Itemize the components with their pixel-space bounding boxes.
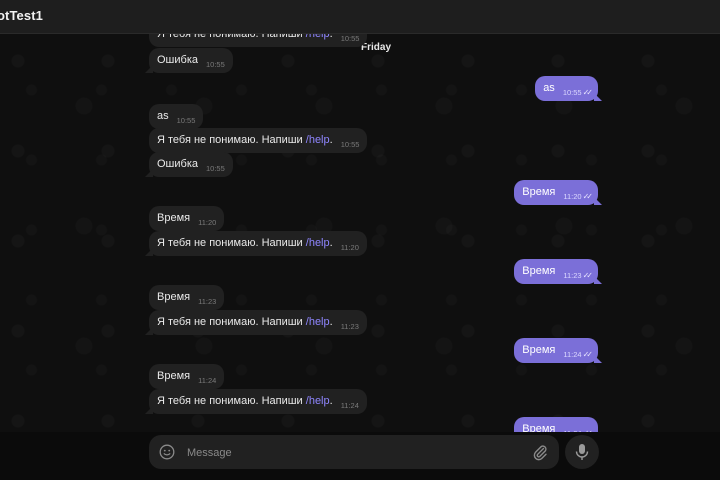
message-text: Время [522, 264, 555, 278]
message-time: 11:20 [198, 218, 217, 227]
message-text: Я тебя не понимаю. Напиши /help. [157, 394, 333, 408]
read-checkmark-icon: ✓✓ [583, 427, 594, 432]
message-list[interactable]: Friday Я тебя не понимаю. Напиши /help. 1… [0, 34, 720, 432]
outgoing-message[interactable]: Время 11:23✓✓ [514, 259, 602, 284]
message-time: 10:55 [340, 34, 360, 43]
message-time: 11:20 [563, 192, 582, 201]
message-body: Время [157, 212, 191, 224]
command-link[interactable]: /help [306, 395, 330, 407]
message-body: Ошибка [157, 158, 198, 170]
message-body: Время [522, 186, 556, 198]
incoming-message[interactable]: Я тебя не понимаю. Напиши /help. 11:23 [145, 310, 367, 335]
chat-title[interactable]: otTest1 [0, 8, 43, 23]
message-text: Время [522, 343, 555, 357]
read-checkmark-icon: ✓✓ [582, 192, 594, 201]
chat-header: otTest1 [0, 0, 720, 34]
command-link[interactable]: /help [306, 237, 330, 249]
message-text: Я тебя не понимаю. Напиши /help. [157, 236, 333, 250]
paperclip-icon[interactable] [531, 443, 549, 461]
bubble-tail [145, 406, 153, 414]
incoming-message[interactable]: as 10:55 [149, 104, 204, 129]
message-suffix: . [329, 134, 333, 146]
message-body: Время [522, 423, 556, 432]
message-body: Время [522, 344, 556, 356]
message-input[interactable] [185, 443, 519, 463]
read-checkmark-icon: ✓✓ [582, 271, 594, 280]
message-body: Я тебя не понимаю. Напиши [157, 34, 306, 40]
bubble-tail [145, 327, 153, 335]
message-text: Ошибка [157, 157, 198, 171]
message-body: as [157, 110, 169, 122]
date-separator: Friday [361, 42, 392, 53]
incoming-message[interactable]: Время 11:23 [149, 285, 225, 310]
bubble-tail [594, 197, 602, 205]
message-time: 11:23 [563, 271, 582, 280]
message-body: Время [522, 265, 556, 277]
bubble-tail [594, 93, 602, 101]
message-time: 11:24 [563, 427, 581, 432]
message-text: as [157, 109, 169, 123]
incoming-message[interactable]: Я тебя не понимаю. Напиши /help. 11:20 [145, 231, 367, 256]
message-body: Ошибка [157, 54, 198, 66]
message-time: 11:24 [563, 350, 582, 359]
message-body: as [543, 82, 555, 94]
message-suffix: . [329, 237, 333, 249]
message-text: Я тебя не понимаю. Напиши /help. [157, 315, 333, 329]
message-text: Время [157, 369, 190, 383]
message-time: 10:55 [206, 60, 225, 69]
bubble-tail [145, 248, 153, 256]
bubble-tail [594, 276, 602, 284]
message-suffix: . [329, 34, 333, 40]
message-suffix: . [329, 395, 333, 407]
message-text: Время [157, 211, 190, 225]
message-body: Я тебя не понимаю. Напиши [157, 237, 306, 249]
microphone-icon [575, 444, 589, 460]
message-body: Время [157, 291, 191, 303]
incoming-message[interactable]: Ошибка 10:55 [145, 48, 233, 73]
message-text: Время [157, 290, 190, 304]
message-body: Я тебя не понимаю. Напиши [157, 134, 306, 146]
message-text: Я тебя не понимаю. Напиши /help. [157, 34, 333, 41]
message-text: as [543, 81, 555, 95]
message-time: 10:55 [562, 88, 582, 97]
outgoing-message[interactable]: Время 11:20✓✓ [514, 180, 602, 205]
incoming-message[interactable]: Время 11:24 [149, 364, 225, 389]
incoming-message[interactable]: Время 11:20 [149, 206, 225, 231]
bubble-tail [145, 169, 153, 177]
smile-icon[interactable] [159, 444, 175, 460]
message-time: 11:24 [198, 376, 217, 385]
outgoing-message[interactable]: Время 11:24✓✓ [514, 417, 598, 432]
message-time: 10:55 [176, 116, 196, 125]
message-time: 11:23 [198, 297, 217, 306]
message-time: 11:24 [340, 401, 359, 410]
read-checkmark-icon: ✓✓ [582, 350, 594, 359]
incoming-message[interactable]: Ошибка 10:55 [145, 152, 233, 177]
message-time: 11:20 [340, 243, 359, 252]
incoming-message[interactable]: Я тебя не понимаю. Напиши /help. 10:55 [149, 34, 368, 47]
message-time: 10:55 [206, 164, 225, 173]
outgoing-message[interactable]: as 10:55✓✓ [535, 76, 602, 101]
message-text: Время [522, 185, 555, 199]
command-link[interactable]: /help [306, 134, 330, 146]
outgoing-message[interactable]: Время 11:24✓✓ [514, 338, 602, 363]
message-body: Время [157, 370, 191, 382]
message-text: Время [522, 422, 555, 432]
message-body: Я тебя не понимаю. Напиши [157, 395, 306, 407]
command-link[interactable]: /help [306, 316, 330, 328]
command-link[interactable]: /help [306, 34, 330, 40]
bubble-tail [145, 65, 153, 73]
read-checkmark-icon: ✓✓ [582, 88, 594, 97]
message-body: Я тебя не понимаю. Напиши [157, 316, 306, 328]
incoming-message[interactable]: Я тебя не понимаю. Напиши /help. 11:24 [145, 389, 367, 414]
message-text: Я тебя не понимаю. Напиши /help. [157, 133, 333, 147]
incoming-message[interactable]: Я тебя не понимаю. Напиши /help. 10:55 [149, 128, 368, 153]
message-time: 11:23 [340, 322, 359, 331]
message-composer [149, 435, 559, 469]
message-text: Ошибка [157, 53, 198, 67]
bubble-tail [594, 355, 602, 363]
message-suffix: . [329, 316, 333, 328]
microphone-button[interactable] [565, 435, 599, 469]
message-time: 10:55 [340, 140, 360, 149]
